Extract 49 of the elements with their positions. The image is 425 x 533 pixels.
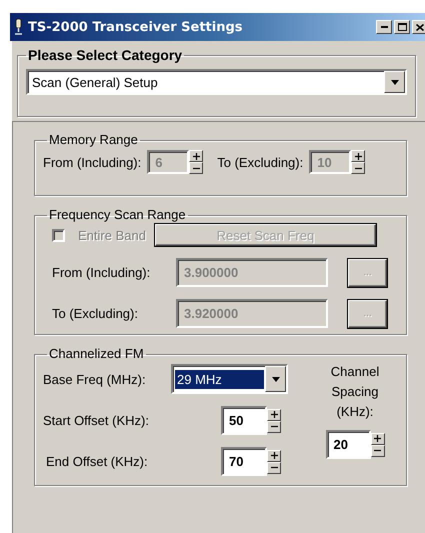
number-field[interactable]: 70	[221, 447, 267, 476]
field-label: Base Freq (MHz):	[43, 372, 147, 386]
group-title: Memory Range	[48, 132, 139, 148]
field-label: From (Including):	[52, 265, 152, 280]
microphone-icon	[14, 19, 23, 35]
field-label: To (Excluding):	[217, 154, 304, 170]
number-field[interactable]: 50	[221, 406, 267, 435]
field-label: Start Offset (KHz):	[43, 413, 150, 428]
plus-icon	[374, 435, 381, 442]
group-title: Channelized FM	[48, 346, 145, 362]
increment-button[interactable]	[351, 150, 366, 162]
close-icon	[416, 24, 424, 30]
dropdown-button[interactable]	[265, 366, 286, 392]
decrement-button[interactable]	[267, 462, 281, 474]
group-title: Frequency Scan Range	[48, 207, 187, 223]
minimize-icon	[380, 26, 388, 28]
plus-icon	[270, 452, 278, 459]
category-dropdown[interactable]: Scan (General) Setup	[26, 69, 407, 95]
field-label: To (Excluding):	[52, 306, 139, 321]
maximize-icon	[398, 23, 406, 31]
field-label: End Offset (KHz):	[45, 454, 149, 469]
base-freq-dropdown[interactable]: 29 MHz	[171, 364, 288, 394]
field-label: Channel Spacing (KHz):	[330, 363, 380, 421]
increment-button[interactable]	[370, 432, 384, 444]
number-field[interactable]: 20	[326, 430, 370, 459]
group-title: Please Select Category	[27, 47, 184, 63]
plus-icon	[270, 411, 278, 418]
minus-icon	[354, 166, 362, 170]
increment-button[interactable]	[267, 450, 281, 462]
increment-button[interactable]	[267, 408, 281, 420]
checkbox-label: Entire Band	[78, 228, 146, 242]
increment-button[interactable]	[189, 150, 204, 162]
minus-icon	[374, 449, 381, 452]
decrement-button[interactable]	[351, 162, 366, 174]
plus-icon	[192, 152, 200, 160]
minus-icon	[270, 425, 278, 428]
window-title: TS-2000 Transceiver Settings	[28, 20, 244, 34]
field-label: From (Including):	[43, 154, 142, 170]
maximize-button[interactable]	[394, 20, 410, 34]
close-button[interactable]	[412, 20, 425, 34]
caret-icon	[272, 376, 280, 382]
decrement-button[interactable]	[267, 420, 281, 432]
minimize-button[interactable]	[376, 20, 392, 34]
caret-icon	[390, 80, 398, 84]
minus-icon	[192, 166, 200, 170]
minus-icon	[270, 466, 278, 469]
plus-icon	[354, 152, 362, 160]
decrement-button[interactable]	[189, 162, 204, 174]
dropdown-button[interactable]	[384, 71, 405, 93]
